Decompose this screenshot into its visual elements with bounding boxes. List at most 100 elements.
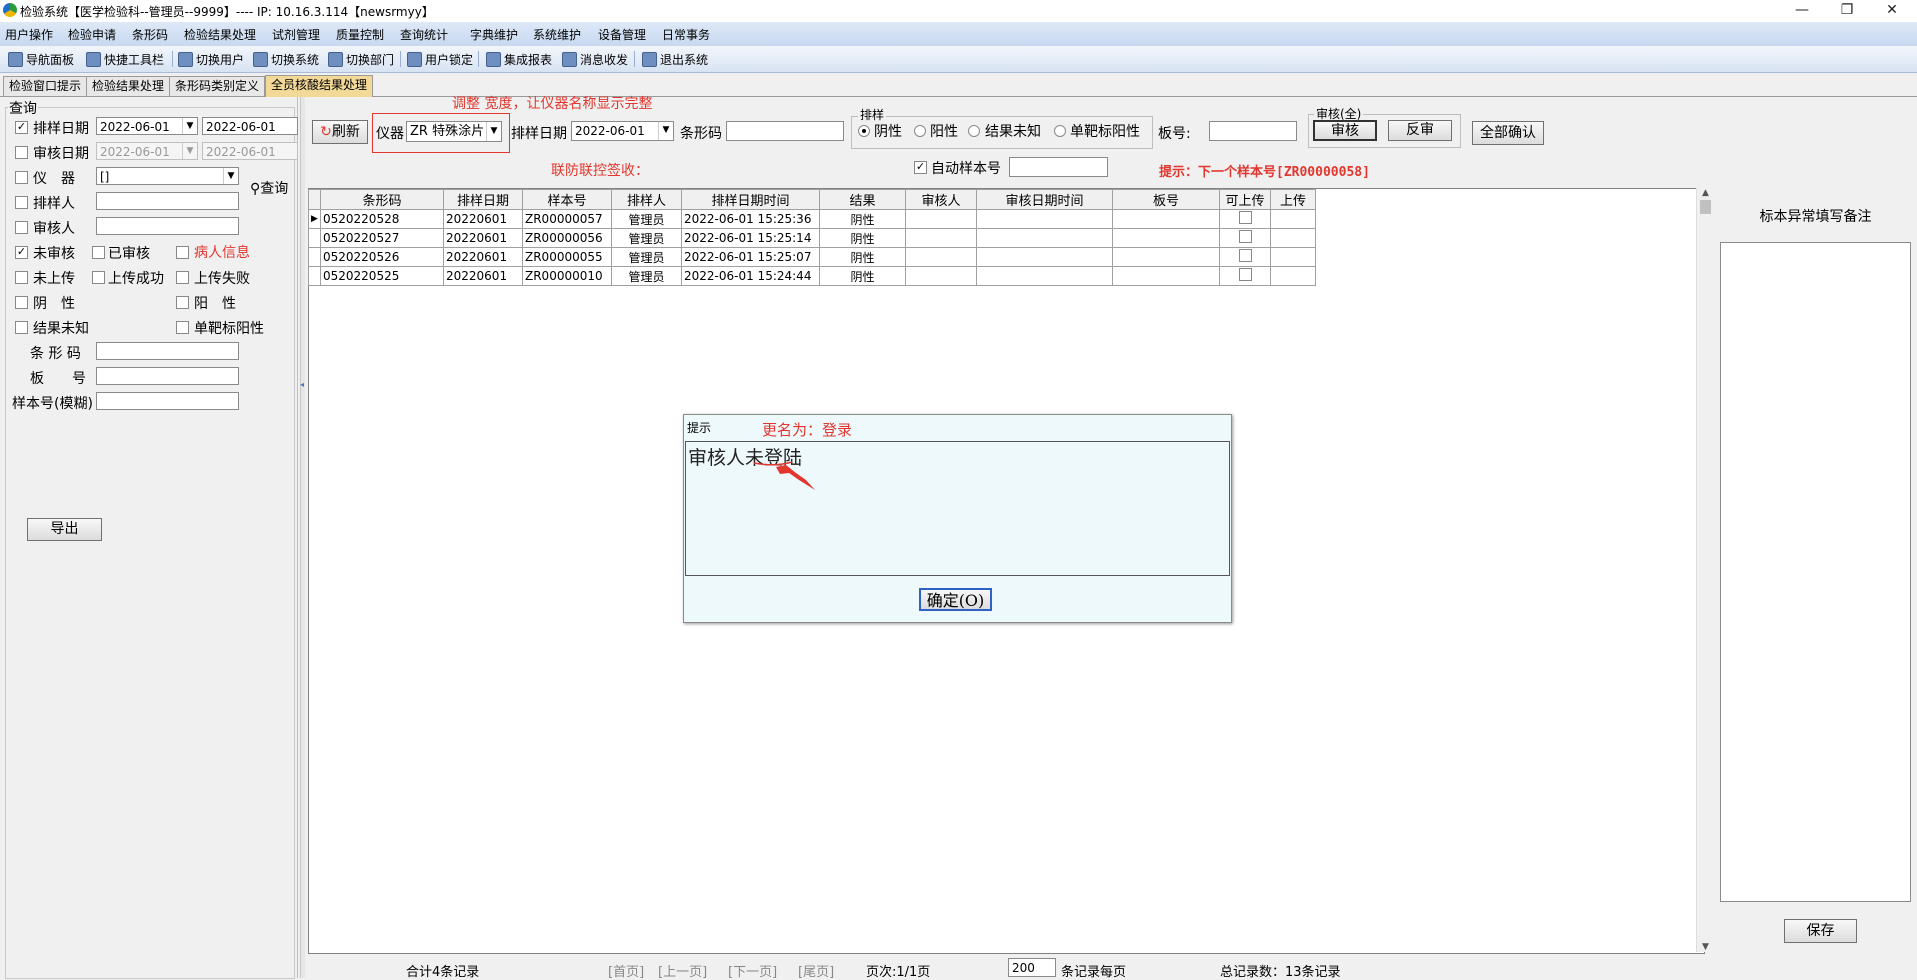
cell-upload[interactable] <box>1270 209 1316 229</box>
instrument-checkbox[interactable] <box>15 171 28 184</box>
tb-switch-user[interactable]: 切换用户 <box>178 51 244 68</box>
sort-date-to[interactable]: 2022-06-01 <box>202 117 298 135</box>
auditor-checkbox[interactable] <box>15 221 28 234</box>
radio-negative[interactable] <box>858 125 870 137</box>
dialog-ok-button[interactable]: 确定(O) <box>919 588 992 611</box>
col-plate[interactable]: 板号 <box>1112 189 1220 210</box>
dropdown-arrow-icon[interactable]: ▼ <box>182 143 197 159</box>
pager-last[interactable]: [尾页] <box>798 961 834 980</box>
auto-sample-checkbox[interactable]: ✓ <box>914 161 927 174</box>
cell-sort-date[interactable]: 20220601 <box>443 266 523 286</box>
cell-sort-date[interactable]: 20220601 <box>443 247 523 267</box>
cell-barcode[interactable]: 0520220527 <box>320 228 444 248</box>
tb-quick-tools[interactable]: 快捷工具栏 <box>86 51 164 68</box>
tab-result-processing[interactable]: 检验结果处理 <box>86 76 171 96</box>
sort-date-picker[interactable]: 2022-06-01 ▼ <box>571 121 674 141</box>
cell-result[interactable]: 阴性 <box>819 228 906 248</box>
col-audit-datetime[interactable]: 审核日期时间 <box>976 189 1113 210</box>
tab-nucleic-acid[interactable]: 全员核酸结果处理 <box>265 75 374 97</box>
tb-user-lock[interactable]: 用户锁定 <box>407 51 473 68</box>
col-upload[interactable]: 上传 <box>1270 189 1316 210</box>
cell-sort-date[interactable]: 20220601 <box>443 228 523 248</box>
menu-reagent[interactable]: 试剂管理 <box>272 26 320 43</box>
cell-auditor[interactable] <box>905 266 977 286</box>
cell-plate[interactable] <box>1112 209 1220 229</box>
restore-icon[interactable]: ❐ <box>1825 0 1869 22</box>
negative-checkbox[interactable] <box>15 296 28 309</box>
tb-switch-system[interactable]: 切换系统 <box>253 51 319 68</box>
menu-dictionary[interactable]: 字典维护 <box>470 26 518 43</box>
audit-date-to[interactable]: 2022-06-01 <box>202 142 298 160</box>
table-row[interactable]: 0520220527 20220601 ZR00000056 管理员 2022-… <box>308 228 1316 248</box>
radio-single-target[interactable] <box>1054 125 1066 137</box>
tab-lab-window[interactable]: 检验窗口提示 <box>3 76 88 96</box>
uploadable-checkbox[interactable] <box>1238 249 1252 262</box>
cell-plate[interactable] <box>1112 228 1220 248</box>
query-button[interactable]: ⚲查询 <box>250 178 288 198</box>
auditor-input[interactable] <box>96 217 239 235</box>
plate-input[interactable] <box>1209 121 1297 141</box>
radio-positive[interactable] <box>914 125 926 137</box>
cell-upload[interactable] <box>1270 228 1316 248</box>
cell-sort-datetime[interactable]: 2022-06-01 15:25:14 <box>681 228 820 248</box>
audit-button[interactable]: 审核 <box>1313 120 1377 141</box>
refresh-button[interactable]: ↻刷新 <box>312 120 368 144</box>
cell-barcode[interactable]: 0520220528 <box>320 209 444 229</box>
cell-result[interactable]: 阴性 <box>819 266 906 286</box>
cell-upload[interactable] <box>1270 266 1316 286</box>
cell-sort-datetime[interactable]: 2022-06-01 15:25:36 <box>681 209 820 229</box>
sort-date-checkbox[interactable]: ✓ <box>15 121 28 134</box>
table-row[interactable]: 0520220525 20220601 ZR00000010 管理员 2022-… <box>308 266 1316 286</box>
audit-date-checkbox[interactable] <box>15 146 28 159</box>
cell-auditor[interactable] <box>905 209 977 229</box>
col-sample-no[interactable]: 样本号 <box>522 189 612 210</box>
table-row[interactable]: ▶ 0520220528 20220601 ZR00000057 管理员 202… <box>308 209 1316 229</box>
splitter[interactable] <box>300 97 305 978</box>
tab-barcode-category[interactable]: 条形码类别定义 <box>169 76 266 96</box>
sorter-input[interactable] <box>96 192 239 210</box>
instrument-select[interactable]: [] ▼ <box>96 167 239 185</box>
cell-sort-date[interactable]: 20220601 <box>443 209 523 229</box>
cell-sorter[interactable]: 管理员 <box>611 247 682 267</box>
sample-input[interactable] <box>96 392 239 410</box>
dropdown-arrow-icon[interactable]: ▼ <box>223 168 238 184</box>
cell-upload[interactable] <box>1270 247 1316 267</box>
cell-sorter[interactable]: 管理员 <box>611 228 682 248</box>
tb-switch-dept[interactable]: 切换部门 <box>328 51 394 68</box>
tb-reports[interactable]: 集成报表 <box>486 51 552 68</box>
auto-sample-input[interactable] <box>1009 157 1108 177</box>
instrument-combo[interactable]: ZR 特殊涂片 ▼ <box>406 121 502 142</box>
cell-uploadable[interactable] <box>1219 228 1271 248</box>
not-uploaded-checkbox[interactable] <box>15 271 28 284</box>
cell-sample-no[interactable]: ZR00000055 <box>522 247 612 267</box>
cell-sorter[interactable]: 管理员 <box>611 209 682 229</box>
scroll-up-icon[interactable]: ▲ <box>1697 188 1714 198</box>
cell-sample-no[interactable]: ZR00000057 <box>522 209 612 229</box>
dropdown-arrow-icon[interactable]: ▼ <box>486 122 501 141</box>
uploadable-checkbox[interactable] <box>1238 211 1252 224</box>
menu-daily[interactable]: 日常事务 <box>662 26 710 43</box>
sort-date-from[interactable]: 2022-06-01 ▼ <box>96 117 198 135</box>
dropdown-arrow-icon[interactable]: ▼ <box>182 118 197 134</box>
confirm-all-button[interactable]: 全部确认 <box>1472 121 1544 145</box>
menu-quality[interactable]: 质量控制 <box>336 26 384 43</box>
positive-checkbox[interactable] <box>176 296 189 309</box>
menu-stats[interactable]: 查询统计 <box>400 26 448 43</box>
upload-ok-checkbox[interactable] <box>92 271 105 284</box>
radio-unknown[interactable] <box>968 125 980 137</box>
unaudited-checkbox[interactable]: ✓ <box>15 246 28 259</box>
scroll-down-icon[interactable]: ▼ <box>1697 942 1714 952</box>
uploadable-checkbox[interactable] <box>1238 230 1252 243</box>
cell-barcode[interactable]: 0520220525 <box>320 266 444 286</box>
menu-result-processing[interactable]: 检验结果处理 <box>184 26 256 43</box>
save-button[interactable]: 保存 <box>1784 919 1857 943</box>
audited-checkbox[interactable] <box>92 246 105 259</box>
cell-result[interactable]: 阴性 <box>819 247 906 267</box>
barcode-input[interactable] <box>726 121 844 141</box>
col-sort-date[interactable]: 排样日期 <box>443 189 523 210</box>
per-page-input[interactable]: 200 <box>1008 958 1056 977</box>
tb-nav-panel[interactable]: 导航面板 <box>8 51 74 68</box>
menu-device[interactable]: 设备管理 <box>598 26 646 43</box>
tb-messages[interactable]: 消息收发 <box>562 51 628 68</box>
unknown-checkbox[interactable] <box>15 321 28 334</box>
